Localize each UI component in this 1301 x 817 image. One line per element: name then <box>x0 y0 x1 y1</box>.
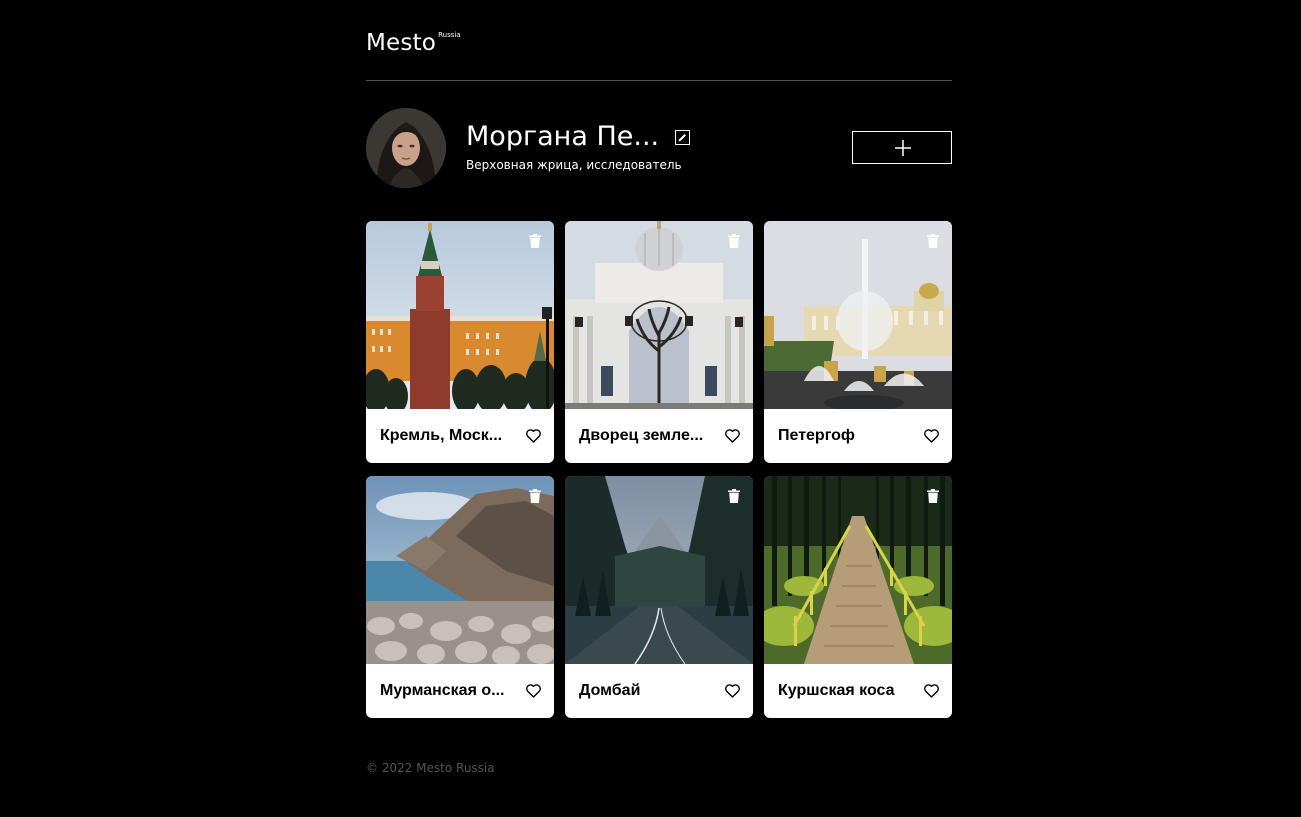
logo-text: Mesto <box>366 30 437 56</box>
dombay-photo <box>565 476 753 664</box>
profile-about: Верховная жрица, исследователь <box>466 158 682 172</box>
profile: Моргана Пе... Верховная жрица, исследова… <box>366 108 952 188</box>
trash-icon <box>529 489 541 503</box>
card: Мурманская о... <box>366 476 554 718</box>
card-title: Петергоф <box>778 427 855 444</box>
heart-icon <box>526 429 541 443</box>
card-image[interactable] <box>764 221 952 409</box>
trash-icon <box>728 234 740 248</box>
delete-card-button[interactable] <box>529 489 541 503</box>
heart-icon <box>526 684 541 698</box>
peterhof-photo <box>764 221 952 409</box>
kremlin-photo <box>366 221 554 409</box>
trash-icon <box>927 489 939 503</box>
logo-superscript: Russia <box>438 31 461 39</box>
delete-card-button[interactable] <box>529 234 541 248</box>
card-title: Домбай <box>579 682 641 699</box>
like-button[interactable] <box>924 429 939 443</box>
avatar[interactable] <box>366 108 446 188</box>
profile-name: Моргана Пе... <box>466 121 660 152</box>
card: Петергоф <box>764 221 952 463</box>
card-image[interactable] <box>764 476 952 664</box>
avatar-portrait <box>366 108 446 188</box>
heart-icon <box>725 684 740 698</box>
trash-icon <box>728 489 740 503</box>
header: Mesto Russia <box>366 26 952 81</box>
add-card-button[interactable] <box>852 131 952 164</box>
trash-icon <box>529 234 541 248</box>
trash-icon <box>927 234 939 248</box>
like-button[interactable] <box>924 684 939 698</box>
card-title: Куршская коса <box>778 682 895 699</box>
heart-icon <box>924 429 939 443</box>
edit-profile-button[interactable] <box>675 130 690 145</box>
card: Домбай <box>565 476 753 718</box>
card-image[interactable] <box>366 221 554 409</box>
footer-copyright: © 2022 Mesto Russia <box>366 761 495 775</box>
delete-card-button[interactable] <box>927 489 939 503</box>
like-button[interactable] <box>526 684 541 698</box>
card-title: Мурманская о... <box>380 682 505 699</box>
like-button[interactable] <box>725 429 740 443</box>
card-image[interactable] <box>366 476 554 664</box>
delete-card-button[interactable] <box>927 234 939 248</box>
heart-icon <box>924 684 939 698</box>
card-title: Дворец земле... <box>579 427 704 444</box>
logo[interactable]: Mesto Russia <box>366 30 461 56</box>
delete-card-button[interactable] <box>728 234 740 248</box>
murmansk-photo <box>366 476 554 664</box>
palace-photo <box>565 221 753 409</box>
card-image[interactable] <box>565 476 753 664</box>
like-button[interactable] <box>526 429 541 443</box>
heart-icon <box>725 429 740 443</box>
like-button[interactable] <box>725 684 740 698</box>
card-title: Кремль, Моск... <box>380 427 503 444</box>
curonian-spit-photo <box>764 476 952 664</box>
card-image[interactable] <box>565 221 753 409</box>
card: Дворец земле... <box>565 221 753 463</box>
card: Кремль, Моск... <box>366 221 554 463</box>
page: Mesto Russia Моргана Пе... Верховная жри… <box>0 0 1301 817</box>
card: Куршская коса <box>764 476 952 718</box>
pencil-icon <box>678 134 686 142</box>
header-divider <box>366 80 952 81</box>
delete-card-button[interactable] <box>728 489 740 503</box>
plus-icon <box>895 140 911 156</box>
